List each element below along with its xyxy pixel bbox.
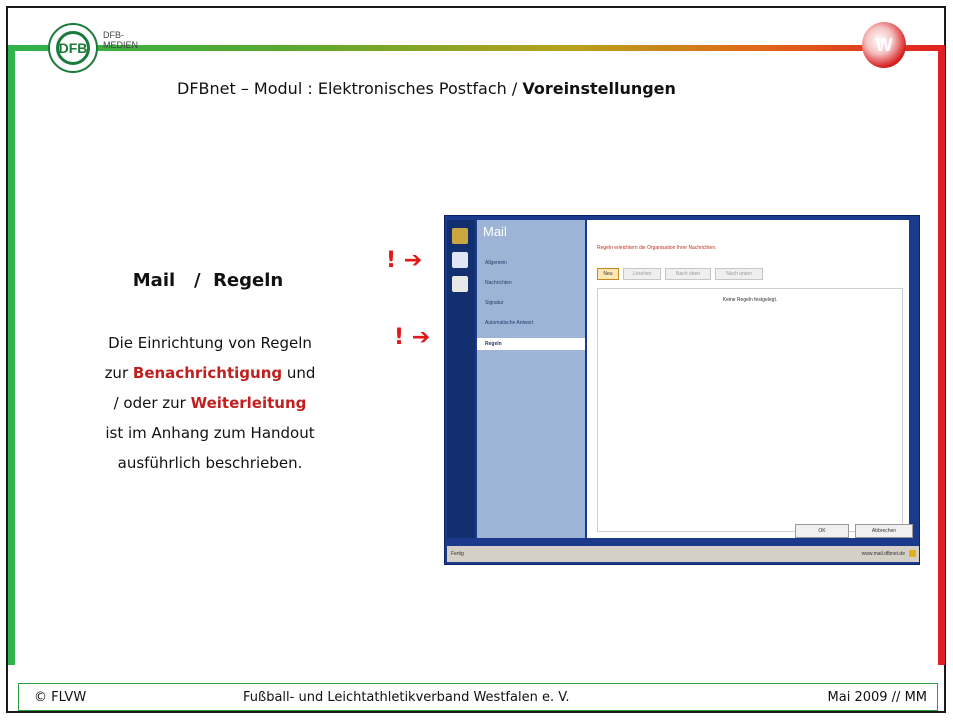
title-bold: Voreinstellungen — [522, 79, 676, 98]
browser-status-bar: Fertig www.mail.dfbnet.de — [447, 546, 919, 562]
right-red-bar — [938, 50, 945, 665]
lock-icon — [909, 550, 916, 557]
dfb-medien-text: DFB- MEDIEN — [103, 30, 138, 50]
ok-button[interactable]: OK — [795, 524, 849, 538]
desc-line5: ausführlich beschrieben. — [117, 454, 303, 472]
section-heading: Mail / Regeln — [132, 270, 284, 291]
mail-icon[interactable] — [452, 252, 468, 268]
desc-line4: ist im Anhang zum Handout — [105, 424, 315, 442]
footer-date: Mai 2009 // MM — [827, 690, 927, 705]
sidebar-item-nachrichten[interactable]: Nachrichten — [485, 280, 512, 286]
sidebar-item-autoantwort[interactable]: Automatische Antwort — [485, 320, 533, 326]
contacts-icon[interactable] — [452, 276, 468, 292]
desc-line2: zur Benachrichtigung und — [104, 364, 316, 382]
footer: © FLVW Fußball- und Leichtathletikverban… — [18, 683, 938, 711]
settings-sidebar: Mail Allgemein Nachrichten Signatur Auto… — [477, 220, 585, 538]
description-text: Die Einrichtung von Regeln zur Benachric… — [60, 328, 360, 478]
move-up-button[interactable]: Nach oben — [665, 268, 711, 280]
app-nav-bar — [447, 220, 475, 538]
status-left: Fertig — [451, 551, 464, 557]
rules-empty-text: Keine Regeln festgelegt. — [722, 297, 778, 303]
page-title: DFBnet – Modul : Elektronisches Postfach… — [177, 79, 676, 98]
dfb-logo: DFB — [48, 23, 98, 73]
header-gradient-line — [8, 45, 945, 51]
new-rule-button[interactable]: Neu — [597, 268, 619, 280]
rules-panel: Regeln erleichtern die Organisation Ihre… — [587, 220, 909, 538]
rules-list: Keine Regeln festgelegt. — [597, 288, 903, 532]
logo-text-line2: MEDIEN — [103, 40, 139, 50]
footer-organization: Fußball- und Leichtathletikverband Westf… — [243, 690, 570, 705]
highlight-weiterleitung: Weiterleitung — [190, 394, 307, 412]
footer-copyright: © FLVW — [34, 690, 87, 705]
highlight-benachrichtigung: Benachrichtigung — [132, 364, 283, 382]
home-icon[interactable] — [452, 228, 468, 244]
status-right: www.mail.dfbnet.de — [861, 551, 905, 557]
desc-line1: Die Einrichtung von Regeln — [108, 334, 312, 352]
sidebar-item-allgemein[interactable]: Allgemein — [485, 260, 507, 266]
logo-text-line1: DFB- — [103, 30, 124, 40]
sidebar-item-signatur[interactable]: Signatur — [485, 300, 504, 306]
pointer-arrow-2: ! ➔ — [394, 325, 431, 350]
flvw-logo: W — [862, 22, 906, 68]
embedded-screenshot: Mail Allgemein Nachrichten Signatur Auto… — [444, 215, 920, 565]
sidebar-title: Mail — [483, 224, 507, 239]
move-down-button[interactable]: Nach unten — [715, 268, 763, 280]
left-green-bar — [8, 50, 15, 665]
pointer-arrow-1: ! ➔ — [386, 248, 423, 273]
sidebar-item-regeln[interactable]: Regeln — [477, 338, 585, 350]
cancel-button[interactable]: Abbrechen — [855, 524, 913, 538]
title-prefix: DFBnet – Modul : Elektronisches Postfach… — [177, 79, 523, 98]
dfb-logo-mark: DFB — [56, 31, 90, 65]
desc-line3: / oder zur Weiterleitung — [113, 394, 307, 412]
delete-rule-button[interactable]: Löschen — [623, 268, 661, 280]
rules-info: Regeln erleichtern die Organisation Ihre… — [597, 245, 717, 251]
